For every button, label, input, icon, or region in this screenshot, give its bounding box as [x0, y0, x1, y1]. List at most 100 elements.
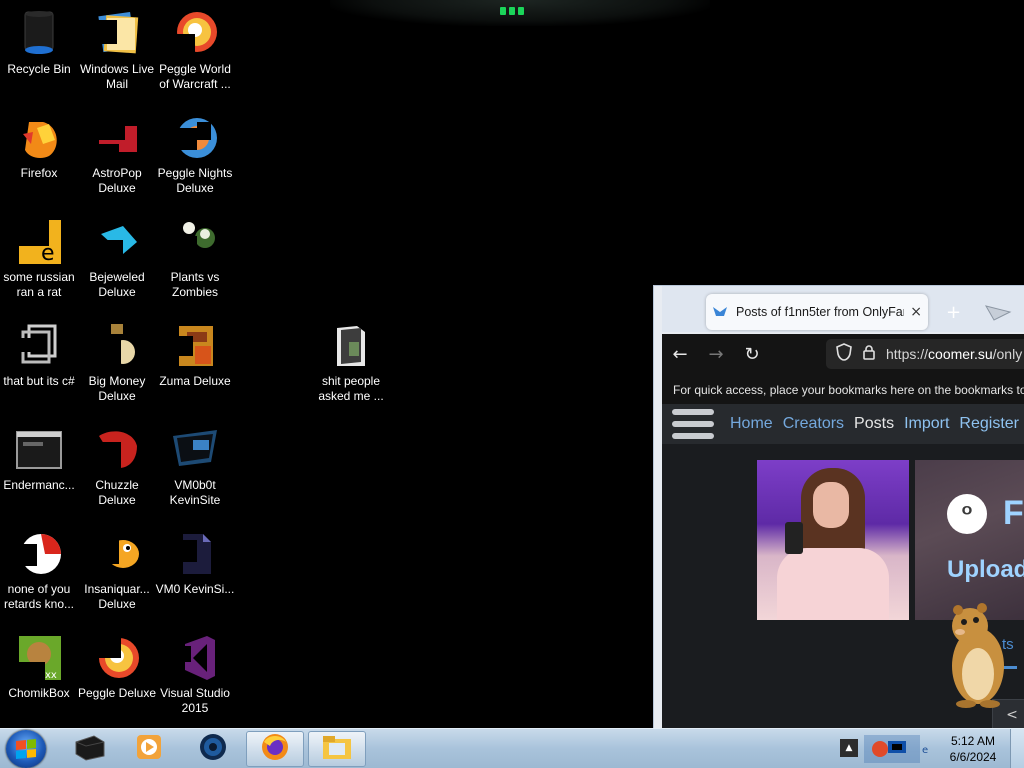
green-led-indicator	[500, 6, 524, 16]
site-nav-home[interactable]: Home	[730, 415, 773, 433]
taskbar: ▲ e 5:12 AM 6/6/2024	[0, 728, 1024, 768]
folder-shortcut-icon: e	[15, 218, 63, 266]
desktop-icon-label: Insaniquar... Deluxe	[84, 582, 150, 611]
desktop-icon-windows-live-mail[interactable]: Windows Live Mail	[77, 4, 157, 104]
desktop-icon-label: Visual Studio 2015	[160, 686, 230, 715]
desktop-icon-chomikbox[interactable]: xx ChomikBox	[0, 628, 79, 728]
desktop-icon-label: VM0b0t KevinSite	[169, 478, 221, 507]
svg-text:e: e	[41, 241, 55, 266]
desktop-icon-zuma-deluxe[interactable]: Zuma Deluxe	[155, 316, 235, 416]
site-nav-import[interactable]: Import	[904, 415, 949, 433]
desktop-top-ornament	[330, 0, 710, 26]
clock-time: 5:12 AM	[950, 734, 996, 748]
url-bar[interactable]: https://coomer.su/only	[826, 339, 1024, 369]
desktop-icon-label: Endermanc...	[3, 478, 75, 492]
windows-live-mail-icon	[93, 10, 141, 58]
desktop-icon-none-of-you-retards[interactable]: none of you retards kno...	[0, 524, 79, 624]
recycle-bin-icon	[15, 10, 63, 58]
creator-avatar-image[interactable]	[757, 460, 909, 620]
desktop-icon-label: Zuma Deluxe	[159, 374, 231, 388]
show-hidden-icons-button[interactable]: ▲	[840, 739, 858, 757]
reload-button[interactable]: ↻	[734, 344, 770, 365]
desktop-icon-label: Plants vs Zombies	[170, 270, 220, 299]
folder-icon	[327, 322, 375, 370]
svg-text:xx: xx	[45, 670, 57, 681]
terminal-icon	[15, 426, 63, 474]
svg-text:e: e	[922, 745, 928, 756]
desktop-icon-peggle-wow[interactable]: Peggle World of Warcraft ...	[155, 4, 235, 104]
desktop-icon-bejeweled-deluxe[interactable]: Bejeweled Deluxe	[77, 212, 157, 312]
forward-button[interactable]: →	[698, 344, 734, 365]
desktop-icon-label: Bejeweled Deluxe	[89, 270, 145, 299]
file-shortcut-icon	[15, 322, 63, 370]
site-nav-register[interactable]: Register	[959, 415, 1019, 433]
desktop-icon-label: Big Money Deluxe	[88, 374, 146, 403]
taskbar-app-globe[interactable]	[184, 731, 242, 767]
taskbar-app-explorer[interactable]	[308, 731, 366, 767]
clock-date: 6/6/2024	[949, 750, 997, 764]
new-tab-button[interactable]: +	[946, 302, 961, 323]
desktop-icon-endermanc[interactable]: Endermanc...	[0, 420, 79, 520]
browser-navbar: ← → ↻ https://coomer.su/only	[662, 334, 1024, 374]
site-favicon-icon	[712, 304, 728, 320]
url-text[interactable]: https://coomer.su/only	[886, 346, 1022, 362]
tab-close-icon[interactable]: ×	[910, 304, 922, 320]
desktop-icon-astropop-deluxe[interactable]: AstroPop Deluxe	[77, 108, 157, 208]
windows-logo-icon	[16, 738, 36, 760]
site-navbar: Home Creators Posts Import Register	[662, 404, 1024, 444]
browser-tab-active[interactable]: Posts of f1nn5ter from OnlyFans ×	[706, 294, 928, 330]
zuma-icon	[171, 322, 219, 370]
black-box-icon	[72, 732, 106, 766]
firefox-icon	[260, 732, 290, 766]
desktop-icon-peggle-deluxe[interactable]: Peggle Deluxe	[77, 628, 157, 728]
peggle-icon	[93, 634, 141, 682]
chuzzle-icon	[93, 426, 141, 474]
desktop-icon-recycle-bin[interactable]: Recycle Bin	[0, 4, 79, 104]
peggle-wow-icon	[171, 10, 219, 58]
desktop-icon-label: that but its c#	[3, 374, 75, 388]
desktop-icon-label: VM0 KevinSi...	[155, 582, 235, 596]
tab-title: Posts of f1nn5ter from OnlyFans	[736, 305, 905, 319]
creator-banner: ᴼ F Upload	[915, 460, 1024, 620]
desktop-icon-that-but-its-csharp[interactable]: that but its c#	[0, 316, 79, 416]
desktop-icon-some-russian-ran-a-rat[interactable]: e some russian ran a rat	[0, 212, 79, 312]
lock-icon[interactable]	[862, 344, 876, 364]
desktop-icon-insaniquarium-deluxe[interactable]: Insaniquar... Deluxe	[77, 524, 157, 624]
visual-studio-icon	[171, 634, 219, 682]
desktop-icon-label: none of you retards kno...	[3, 582, 75, 611]
show-desktop-button[interactable]	[1010, 729, 1024, 768]
site-nav-creators[interactable]: Creators	[783, 415, 844, 433]
insaniquarium-icon	[93, 530, 141, 578]
site-nav-posts[interactable]: Posts	[854, 415, 894, 433]
taskbar-app-firefox[interactable]	[246, 731, 304, 767]
taskbar-app-black-box[interactable]	[60, 731, 118, 767]
desktop-icon-vm0-kevinsi[interactable]: VM0 KevinSi...	[155, 524, 235, 624]
desktop-icon-vm0b0t-kevinsite[interactable]: VM0b0t KevinSite	[155, 420, 235, 520]
hamburger-menu-icon[interactable]	[672, 409, 714, 439]
app-icon	[15, 530, 63, 578]
taskbar-clock[interactable]: 5:12 AM 6/6/2024	[940, 733, 1006, 765]
desktop-icon-visual-studio-2015[interactable]: Visual Studio 2015	[155, 628, 235, 728]
bejeweled-icon	[93, 218, 141, 266]
tracking-shield-icon[interactable]	[836, 343, 852, 365]
send-tab-icon[interactable]	[984, 304, 1012, 326]
big-money-icon	[93, 322, 141, 370]
start-button[interactable]	[6, 730, 46, 768]
desktop-icon-firefox[interactable]: Firefox	[0, 108, 79, 208]
hamster-desktop-pet[interactable]	[940, 600, 1010, 710]
desktop-icon-label: ChomikBox	[8, 686, 70, 700]
globe-icon	[198, 732, 228, 766]
firefox-icon	[15, 114, 63, 162]
back-button[interactable]: ←	[662, 344, 698, 365]
desktop-icon-big-money-deluxe[interactable]: Big Money Deluxe	[77, 316, 157, 416]
plants-vs-zombies-icon	[171, 218, 219, 266]
taskbar-app-media-player[interactable]	[120, 731, 178, 767]
desktop-icon-peggle-nights[interactable]: Peggle Nights Deluxe	[155, 108, 235, 208]
vm-icon	[171, 426, 219, 474]
desktop-icon-plants-vs-zombies[interactable]: Plants vs Zombies	[155, 212, 235, 312]
desktop-icon-chuzzle-deluxe[interactable]: Chuzzle Deluxe	[77, 420, 157, 520]
browser-tabstrip: Posts of f1nn5ter from OnlyFans × +	[662, 286, 1024, 332]
desktop-icon-label: Peggle Deluxe	[77, 686, 157, 700]
desktop-icon-shit-people-asked-me[interactable]: shit people asked me ...	[311, 316, 391, 416]
desktop-icon-label: Peggle World of Warcraft ...	[159, 62, 231, 91]
